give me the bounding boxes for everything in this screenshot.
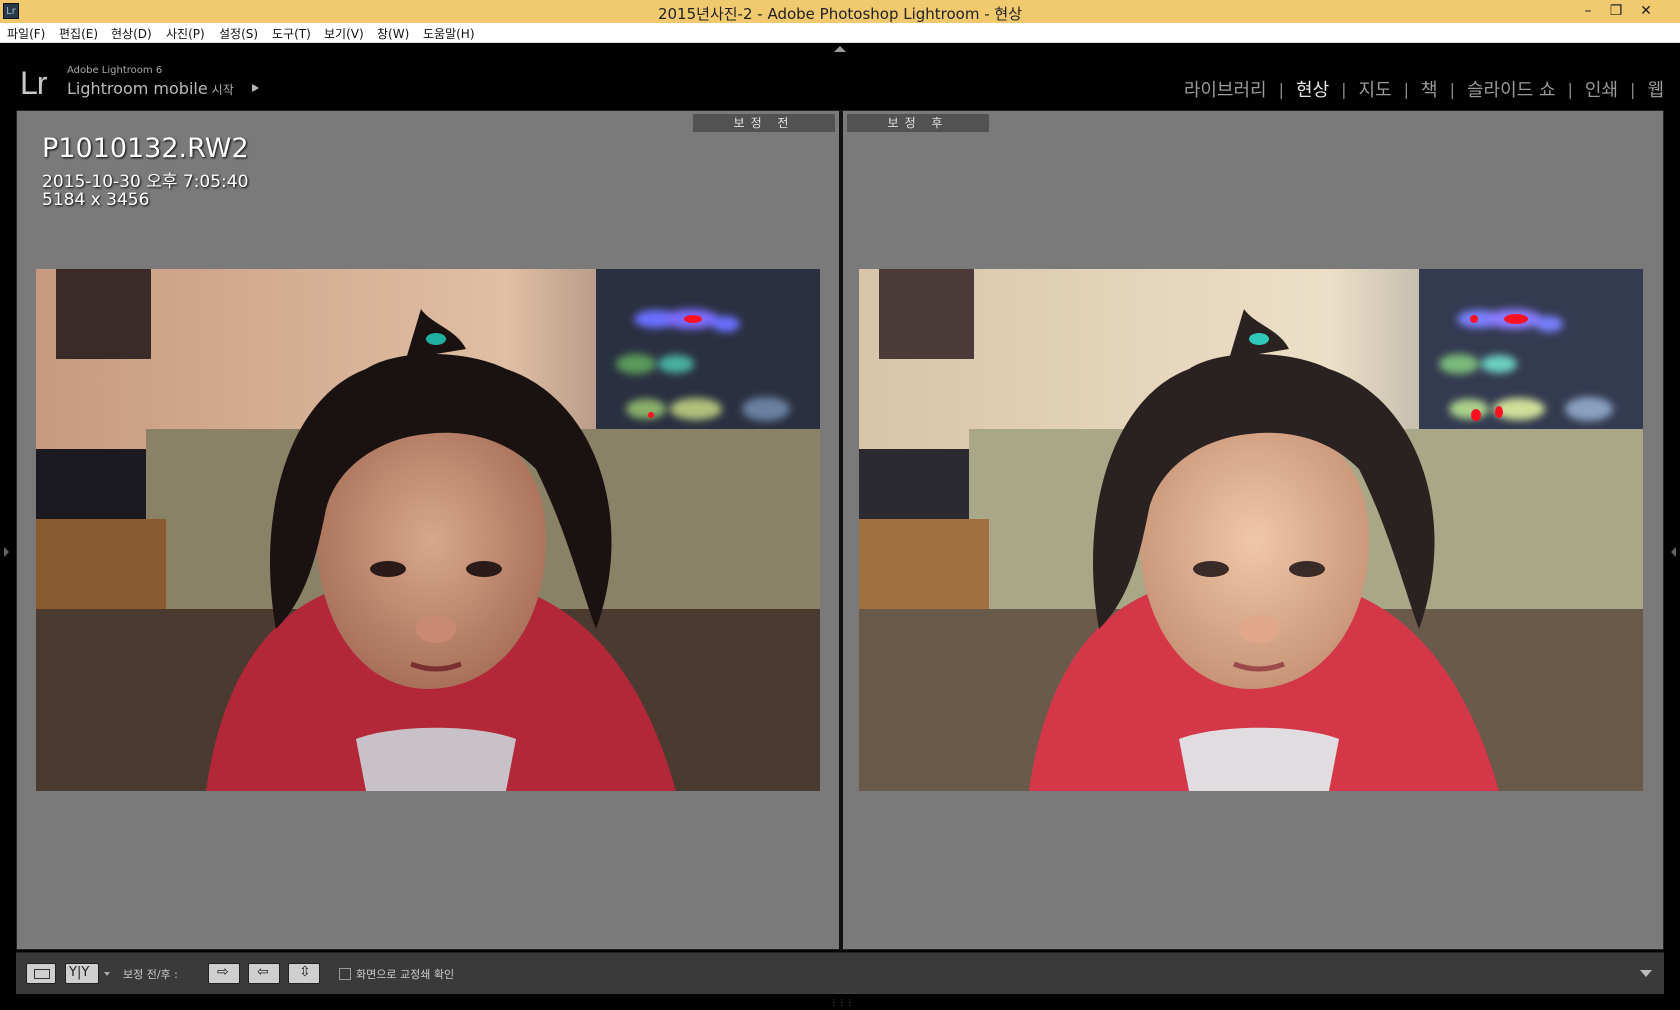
- menu-photo[interactable]: 사진(P): [166, 25, 205, 42]
- module-book[interactable]: 책: [1409, 76, 1450, 102]
- lightroom-mobile-link[interactable]: Lightroom mobile 시작: [67, 79, 234, 98]
- menu-window[interactable]: 창(W): [377, 25, 409, 42]
- play-arrow-icon[interactable]: [252, 84, 259, 92]
- title-bar: Lr 2015년사진-2 - Adobe Photoshop Lightroom…: [0, 0, 1680, 23]
- window-title: 2015년사진-2 - Adobe Photoshop Lightroom - …: [657, 5, 1023, 23]
- menu-view[interactable]: 보기(V): [324, 25, 364, 42]
- soft-proofing-checkbox[interactable]: [339, 968, 351, 980]
- after-photo[interactable]: [859, 269, 1643, 791]
- after-label: 보정 후: [847, 114, 989, 132]
- mobile-label: Lightroom mobile: [67, 79, 208, 98]
- module-develop[interactable]: 현상: [1284, 76, 1341, 102]
- photo-filename: P1010132.RW2: [42, 133, 249, 164]
- photo-dimensions: 5184 x 3456: [42, 190, 150, 210]
- view-mode-dropdown-icon[interactable]: [104, 972, 110, 976]
- mobile-start-label: 시작: [211, 83, 234, 97]
- minimize-icon[interactable]: –: [1578, 2, 1598, 20]
- close-icon[interactable]: ✕: [1636, 2, 1656, 20]
- menu-settings[interactable]: 설정(S): [219, 25, 258, 42]
- collapse-top-panel-icon[interactable]: [834, 46, 846, 52]
- module-library[interactable]: 라이브러리: [1172, 76, 1279, 102]
- restore-icon[interactable]: ❐: [1606, 2, 1626, 20]
- copy-after-to-before-button[interactable]: ⇦: [248, 963, 280, 984]
- swap-before-after-button[interactable]: ⇳: [288, 963, 320, 984]
- menu-edit[interactable]: 편집(E): [59, 25, 98, 42]
- lightroom-logo: Lr: [20, 65, 47, 101]
- module-slideshow[interactable]: 슬라이드 쇼: [1455, 76, 1568, 102]
- before-photo[interactable]: [36, 269, 820, 791]
- view-divider[interactable]: [839, 111, 843, 951]
- left-panel-toggle-icon[interactable]: [4, 547, 9, 557]
- menu-help[interactable]: 도움말(H): [423, 25, 475, 42]
- soft-proofing-label: 화면으로 교정쇄 확인: [356, 968, 455, 981]
- menu-tools[interactable]: 도구(T): [272, 25, 311, 42]
- loupe-view-button[interactable]: [26, 963, 56, 984]
- right-panel-toggle-icon[interactable]: [1671, 547, 1676, 557]
- bottom-panel-grip-icon[interactable]: ⋮⋮⋮: [830, 998, 854, 1007]
- module-print[interactable]: 인쇄: [1573, 76, 1630, 102]
- version-label: Adobe Lightroom 6: [67, 65, 163, 76]
- before-after-view-button[interactable]: Y|Y: [65, 963, 99, 984]
- before-after-icon: Y|Y: [69, 965, 90, 980]
- before-after-view: 보정 전 보정 후 P1010132.RW2 2015-10-30 오후 7:0…: [16, 110, 1664, 951]
- menu-develop[interactable]: 현상(D): [111, 25, 152, 42]
- module-picker: 라이브러리 | 현상 | 지도 | 책 | 슬라이드 쇼 | 인쇄 | 웹: [1172, 76, 1664, 102]
- module-map[interactable]: 지도: [1347, 76, 1404, 102]
- copy-before-to-after-button[interactable]: ⇨: [208, 963, 240, 984]
- arrow-right-icon: ⇨: [217, 964, 229, 980]
- top-panel: Lr Adobe Lightroom 6 Lightroom mobile 시작 …: [0, 43, 1680, 110]
- before-after-label: 보정 전/후 :: [123, 968, 178, 981]
- swap-icon: ⇳: [299, 964, 311, 980]
- develop-toolbar: Y|Y 보정 전/후 : ⇨ ⇦ ⇳ 화면으로 교정쇄 확인: [16, 952, 1664, 994]
- menu-bar: 파일(F) 편집(E) 현상(D) 사진(P) 설정(S) 도구(T) 보기(V…: [0, 23, 1680, 43]
- toolbar-menu-icon[interactable]: [1640, 970, 1652, 977]
- before-label: 보정 전: [693, 114, 835, 132]
- module-web[interactable]: 웹: [1635, 76, 1664, 102]
- arrow-left-icon: ⇦: [257, 964, 269, 980]
- photo-datetime: 2015-10-30 오후 7:05:40: [42, 172, 249, 192]
- menu-file[interactable]: 파일(F): [7, 25, 45, 42]
- loupe-view-icon: [34, 969, 50, 979]
